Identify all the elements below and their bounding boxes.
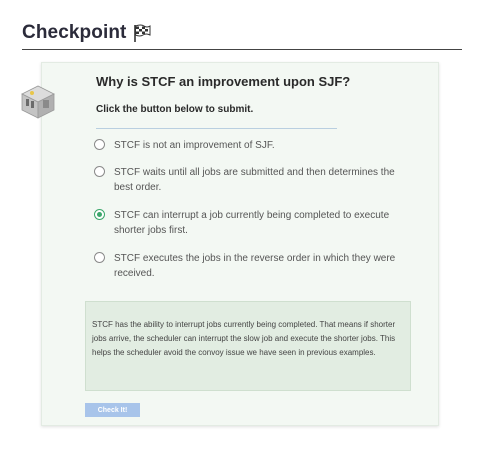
option-4[interactable]: STCF executes the jobs in the reverse or…: [94, 251, 404, 281]
option-1[interactable]: STCF is not an improvement of SJF.: [94, 138, 404, 153]
divider: [96, 128, 337, 129]
radio-button[interactable]: [94, 252, 105, 263]
question-text: Why is STCF an improvement upon SJF?: [96, 74, 351, 89]
option-label: STCF is not an improvement of SJF.: [114, 140, 275, 151]
robot-icon: [21, 85, 55, 119]
checkpoint-header: Checkpoint: [22, 20, 462, 50]
option-label: STCF executes the jobs in the reverse or…: [114, 253, 396, 279]
option-label: STCF waits until all jobs are submitted …: [114, 167, 395, 193]
option-3[interactable]: STCF can interrupt a job currently being…: [94, 208, 404, 238]
option-label: STCF can interrupt a job currently being…: [114, 210, 390, 236]
instruction-text: Click the button below to submit.: [96, 104, 254, 115]
checkered-flag-icon: [134, 24, 151, 42]
radio-button[interactable]: [94, 166, 105, 177]
feedback-box: STCF has the ability to interrupt jobs c…: [85, 301, 411, 391]
radio-button-selected[interactable]: [94, 209, 105, 220]
page-title: Checkpoint: [22, 22, 127, 43]
check-it-button[interactable]: Check It!: [85, 403, 140, 417]
radio-button[interactable]: [94, 139, 105, 150]
option-2[interactable]: STCF waits until all jobs are submitted …: [94, 165, 404, 195]
